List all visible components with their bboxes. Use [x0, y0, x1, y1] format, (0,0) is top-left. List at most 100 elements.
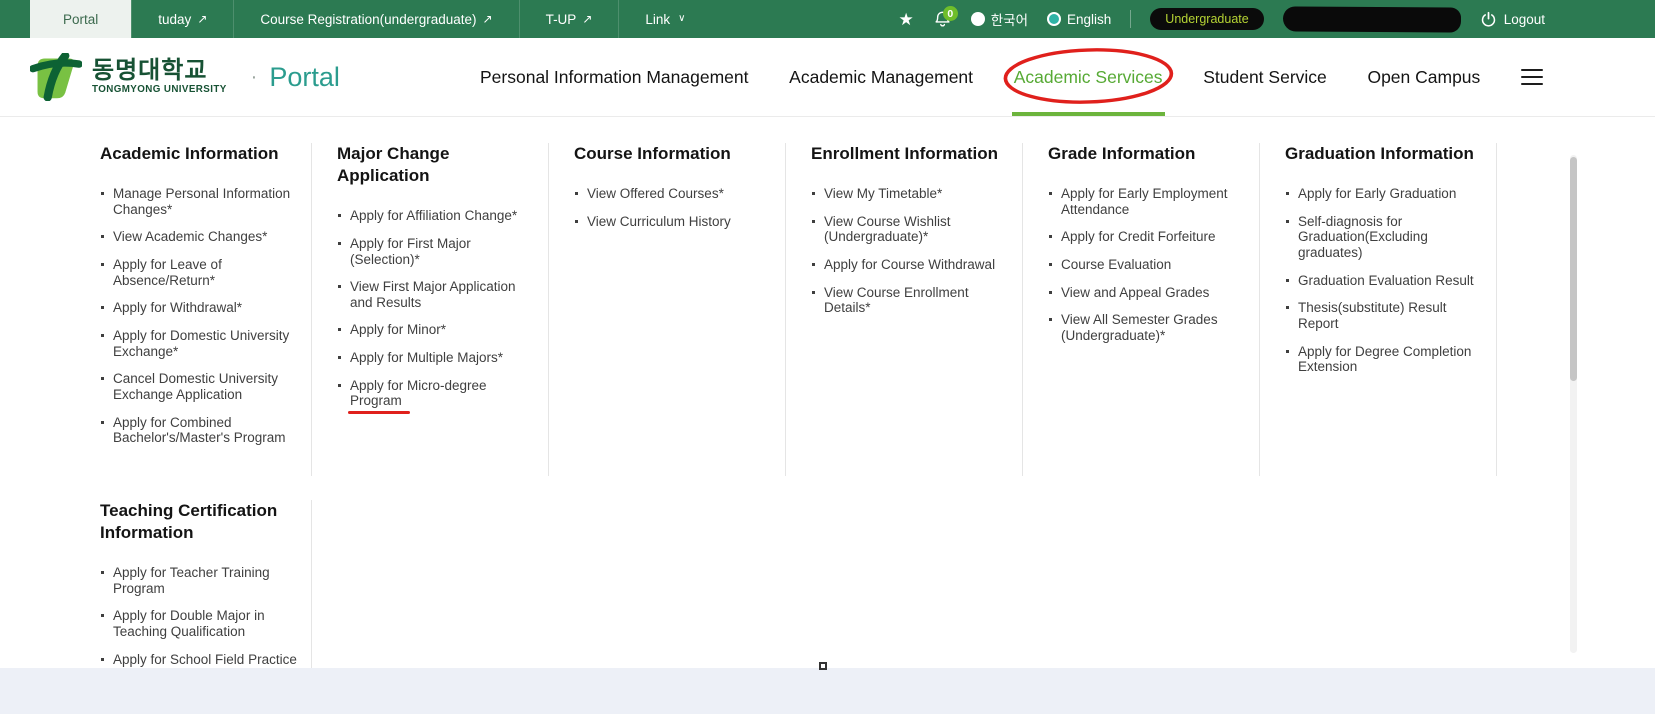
menu-item-list: Apply for Affiliation Change* Apply for F… — [337, 208, 534, 409]
nav-item-open-campus[interactable]: Open Campus — [1367, 38, 1480, 116]
menu-section-title: Graduation Information — [1285, 143, 1480, 165]
menu-section-title: Academic Information — [100, 143, 295, 165]
menu-item-manage-personal-information-changes[interactable]: Manage Personal Information Changes* — [100, 186, 297, 217]
nav-item-academic-management[interactable]: Academic Management — [789, 38, 973, 116]
topbar-item-tuday[interactable]: tuday ↗ — [132, 0, 233, 38]
mega-menu-row-1: Academic Information Manage Personal Info… — [75, 117, 1655, 476]
menu-item-apply-for-double-major-in-teaching-qualification[interactable]: Apply for Double Major in Teaching Quali… — [100, 608, 297, 639]
menu-item-apply-for-degree-completion-extension[interactable]: Apply for Degree Completion Extension — [1285, 344, 1482, 375]
menu-item-label: Apply for Withdrawal* — [113, 300, 242, 315]
menu-item-apply-for-domestic-university-exchange[interactable]: Apply for Domestic University Exchange* — [100, 328, 297, 359]
external-link-icon: ↗ — [483, 13, 493, 25]
menu-item-cancel-domestic-university-exchange-application[interactable]: Cancel Domestic University Exchange Appl… — [100, 371, 297, 402]
menu-item-view-my-timetable[interactable]: View My Timetable* — [811, 186, 1008, 202]
topbar-utilities: ★ 0 한국어 English Undergraduate Logout — [880, 0, 1655, 38]
menu-item-apply-for-micro-degree-program[interactable]: Apply for Micro-degree Program — [337, 378, 534, 409]
menu-item-view-all-semester-grades-undergraduate[interactable]: View All Semester Grades (Undergraduate)… — [1048, 312, 1245, 343]
university-logo[interactable]: 동명대학교 TONGMYONG UNIVERSITY · Portal — [30, 38, 340, 116]
chevron-down-icon: ∨ — [678, 14, 685, 24]
menu-item-label: Apply for Double Major in Teaching Quali… — [113, 608, 265, 639]
topbar-item-link[interactable]: Link∨ — [619, 0, 711, 38]
menu-item-label: View My Timetable* — [824, 186, 942, 201]
menu-item-list: View Offered Courses* View Curriculum His… — [574, 186, 771, 229]
notifications-button[interactable]: 0 — [933, 9, 952, 29]
topbar-item-label: tuday — [158, 12, 191, 27]
nav-item-academic-services[interactable]: Academic Services — [1014, 38, 1163, 116]
main-navigation: Personal Information Management Academic … — [480, 38, 1545, 116]
menu-item-view-course-wishlist-undergraduate[interactable]: View Course Wishlist (Undergraduate)* — [811, 214, 1008, 245]
mega-menu-row-2: Teaching Certification Information Apply … — [75, 500, 1655, 668]
menu-item-view-curriculum-history[interactable]: View Curriculum History — [574, 214, 771, 230]
menu-item-label: Apply for Micro-degree Program — [350, 378, 487, 409]
topbar-item-label: Portal — [63, 12, 98, 27]
menu-scrollbar[interactable] — [1570, 155, 1577, 653]
nav-item-label: Open Campus — [1367, 67, 1480, 88]
favorites-button[interactable]: ★ — [899, 11, 914, 28]
menu-item-apply-for-course-withdrawal[interactable]: Apply for Course Withdrawal — [811, 257, 1008, 273]
external-link-icon: ↗ — [197, 13, 207, 25]
scrollbar-thumb[interactable] — [1570, 157, 1577, 381]
nav-item-label: Personal Information Management — [480, 67, 748, 88]
menu-item-course-evaluation[interactable]: Course Evaluation — [1048, 257, 1245, 273]
notification-count-badge: 0 — [943, 6, 958, 21]
language-option-english[interactable]: English — [1047, 12, 1111, 27]
menu-item-apply-for-combined-bachelor-s-master-s-program[interactable]: Apply for Combined Bachelor's/Master's P… — [100, 415, 297, 446]
topbar-item-course-registration-undergraduate[interactable]: Course Registration(undergraduate) ↗ — [234, 0, 518, 38]
menu-item-apply-for-early-graduation[interactable]: Apply for Early Graduation — [1285, 186, 1482, 202]
topbar-item-label: Course Registration(undergraduate) — [260, 12, 476, 27]
menu-item-label: Apply for Combined Bachelor's/Master's P… — [113, 415, 285, 446]
menu-item-view-course-enrollment-details[interactable]: View Course Enrollment Details* — [811, 285, 1008, 316]
nav-item-label: Academic Services — [1014, 67, 1163, 88]
topbar-item-portal[interactable]: Portal — [30, 0, 131, 38]
logout-label: Logout — [1504, 12, 1545, 27]
menu-item-view-academic-changes[interactable]: View Academic Changes* — [100, 229, 297, 245]
menu-item-list: Apply for Teacher Training Program Apply … — [100, 565, 297, 668]
nav-item-label: Student Service — [1203, 67, 1327, 88]
menu-item-graduation-evaluation-result[interactable]: Graduation Evaluation Result — [1285, 273, 1482, 289]
menu-section-title: Grade Information — [1048, 143, 1243, 165]
resize-handle-marker — [819, 662, 827, 670]
menu-item-apply-for-teacher-training-program[interactable]: Apply for Teacher Training Program — [100, 565, 297, 596]
menu-item-apply-for-affiliation-change[interactable]: Apply for Affiliation Change* — [337, 208, 534, 224]
menu-item-apply-for-minor[interactable]: Apply for Minor* — [337, 322, 534, 338]
menu-item-label: View Curriculum History — [587, 214, 731, 229]
menu-item-label: Apply for School Field Practice — [113, 652, 297, 667]
nav-item-personal-information-management[interactable]: Personal Information Management — [480, 38, 748, 116]
menu-item-apply-for-first-major-selection[interactable]: Apply for First Major (Selection)* — [337, 236, 534, 267]
menu-item-view-first-major-application-and-results[interactable]: View First Major Application and Results — [337, 279, 534, 310]
nav-item-student-service[interactable]: Student Service — [1203, 38, 1327, 116]
menu-button[interactable] — [1521, 38, 1545, 116]
topbar: Portaltuday↗Course Registration(undergra… — [0, 0, 1655, 38]
menu-item-apply-for-school-field-practice[interactable]: Apply for School Field Practice — [100, 652, 297, 668]
menu-item-list: Apply for Early Employment Attendance App… — [1048, 186, 1245, 344]
menu-item-list: Manage Personal Information Changes* View… — [100, 186, 297, 446]
menu-item-thesis-substitute-result-report[interactable]: Thesis(substitute) Result Report — [1285, 300, 1482, 331]
topbar-item-t-up[interactable]: T-UP↗ — [520, 0, 619, 38]
menu-item-label: Apply for Credit Forfeiture — [1061, 229, 1216, 244]
page-background-strip — [0, 668, 1655, 714]
menu-item-apply-for-credit-forfeiture[interactable]: Apply for Credit Forfeiture — [1048, 229, 1245, 245]
menu-section-academic-information: Academic Information Manage Personal Info… — [75, 143, 312, 476]
language-label: English — [1067, 12, 1111, 27]
menu-section-enrollment-information: Enrollment InformationView My Timetable*… — [786, 143, 1023, 476]
menu-item-view-and-appeal-grades[interactable]: View and Appeal Grades — [1048, 285, 1245, 301]
menu-item-label: View Course Wishlist (Undergraduate)* — [824, 214, 951, 245]
menu-item-apply-for-early-employment-attendance[interactable]: Apply for Early Employment Attendance — [1048, 186, 1245, 217]
menu-section-title: Course Information — [574, 143, 769, 165]
nav-item-label: Academic Management — [789, 67, 973, 88]
menu-item-label: Apply for Leave of Absence/Return* — [113, 257, 222, 288]
menu-item-apply-for-leave-of-absence-return[interactable]: Apply for Leave of Absence/Return* — [100, 257, 297, 288]
menu-item-label: Self-diagnosis for Graduation(Excluding … — [1298, 214, 1428, 260]
divider — [1130, 10, 1131, 28]
header: 동명대학교 TONGMYONG UNIVERSITY · Portal Pers… — [0, 38, 1655, 117]
topbar-item-label: T-UP — [546, 12, 577, 27]
logout-button[interactable]: Logout — [1480, 11, 1545, 28]
language-option-korean[interactable]: 한국어 — [971, 9, 1028, 29]
menu-item-self-diagnosis-for-graduation-excluding-graduates[interactable]: Self-diagnosis for Graduation(Excluding … — [1285, 214, 1482, 261]
menu-item-view-offered-courses[interactable]: View Offered Courses* — [574, 186, 771, 202]
menu-section-title: Teaching Certification Information — [100, 500, 295, 544]
menu-section-title: Major Change Application — [337, 143, 532, 187]
menu-item-apply-for-withdrawal[interactable]: Apply for Withdrawal* — [100, 300, 297, 316]
menu-item-apply-for-multiple-majors[interactable]: Apply for Multiple Majors* — [337, 350, 534, 366]
star-icon: ★ — [899, 11, 914, 28]
